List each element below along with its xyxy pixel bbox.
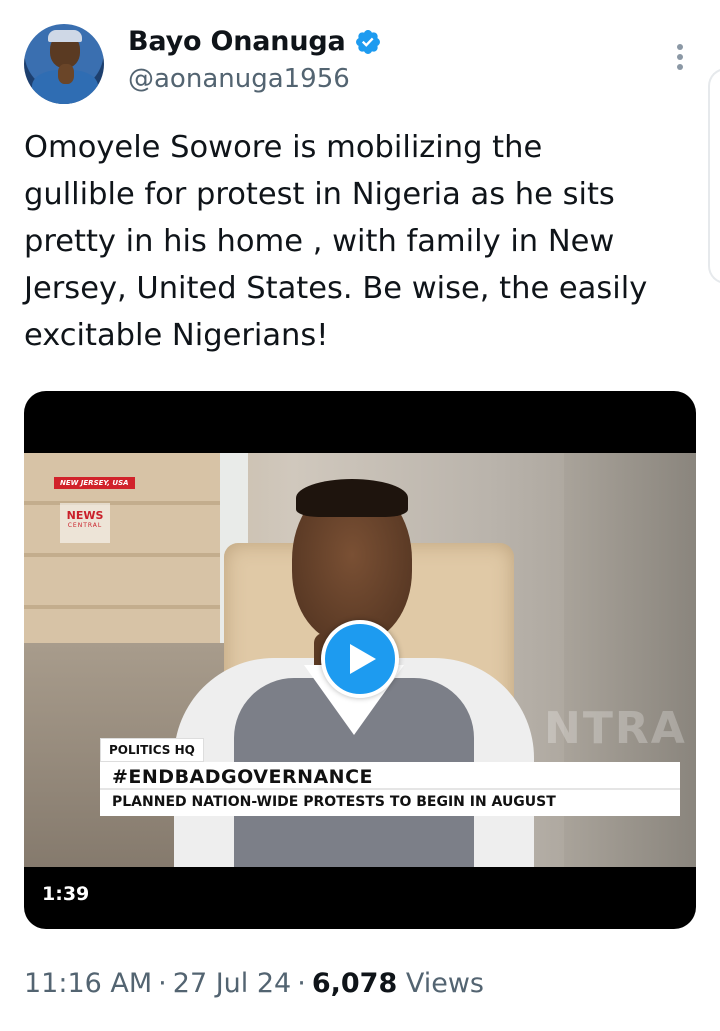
location-tag: NEW JERSEY, USA	[54, 477, 135, 489]
verified-badge-icon	[355, 29, 380, 54]
side-panel-edge	[708, 68, 720, 284]
tweet-date[interactable]: 27 Jul 24	[173, 968, 291, 999]
views-count[interactable]: 6,078	[312, 968, 397, 999]
views-label: Views	[405, 968, 484, 999]
meta-separator: ·	[297, 968, 306, 999]
video-duration: 1:39	[42, 883, 90, 905]
news-lower-third: POLITICS HQ #ENDBADGOVERNANCE PLANNED NA…	[100, 738, 680, 816]
author-display-name[interactable]: Bayo Onanuga	[128, 26, 346, 57]
lower-third-headline: #ENDBADGOVERNANCE	[100, 762, 680, 788]
tweet-time[interactable]: 11:16 AM	[24, 968, 152, 999]
more-options-icon[interactable]	[668, 40, 692, 74]
play-icon[interactable]	[321, 620, 399, 698]
meta-separator: ·	[158, 968, 167, 999]
tweet-text: Omoyele Sowore is mobilizing the gullibl…	[24, 130, 648, 353]
tweet-meta: 11:16 AM · 27 Jul 24 · 6,078 Views	[24, 968, 484, 999]
video-player[interactable]: NTRA NEW JERSEY, USA NEWS CENTRAL POLITI…	[24, 391, 696, 929]
author-avatar[interactable]	[24, 24, 104, 104]
lower-third-subheadline: PLANNED NATION-WIDE PROTESTS TO BEGIN IN…	[100, 788, 680, 816]
channel-logo: NEWS CENTRAL	[60, 503, 110, 543]
lower-third-label: POLITICS HQ	[100, 738, 204, 762]
author-handle[interactable]: @aonanuga1956	[128, 64, 350, 94]
author-name-row[interactable]: Bayo Onanuga	[128, 26, 382, 57]
